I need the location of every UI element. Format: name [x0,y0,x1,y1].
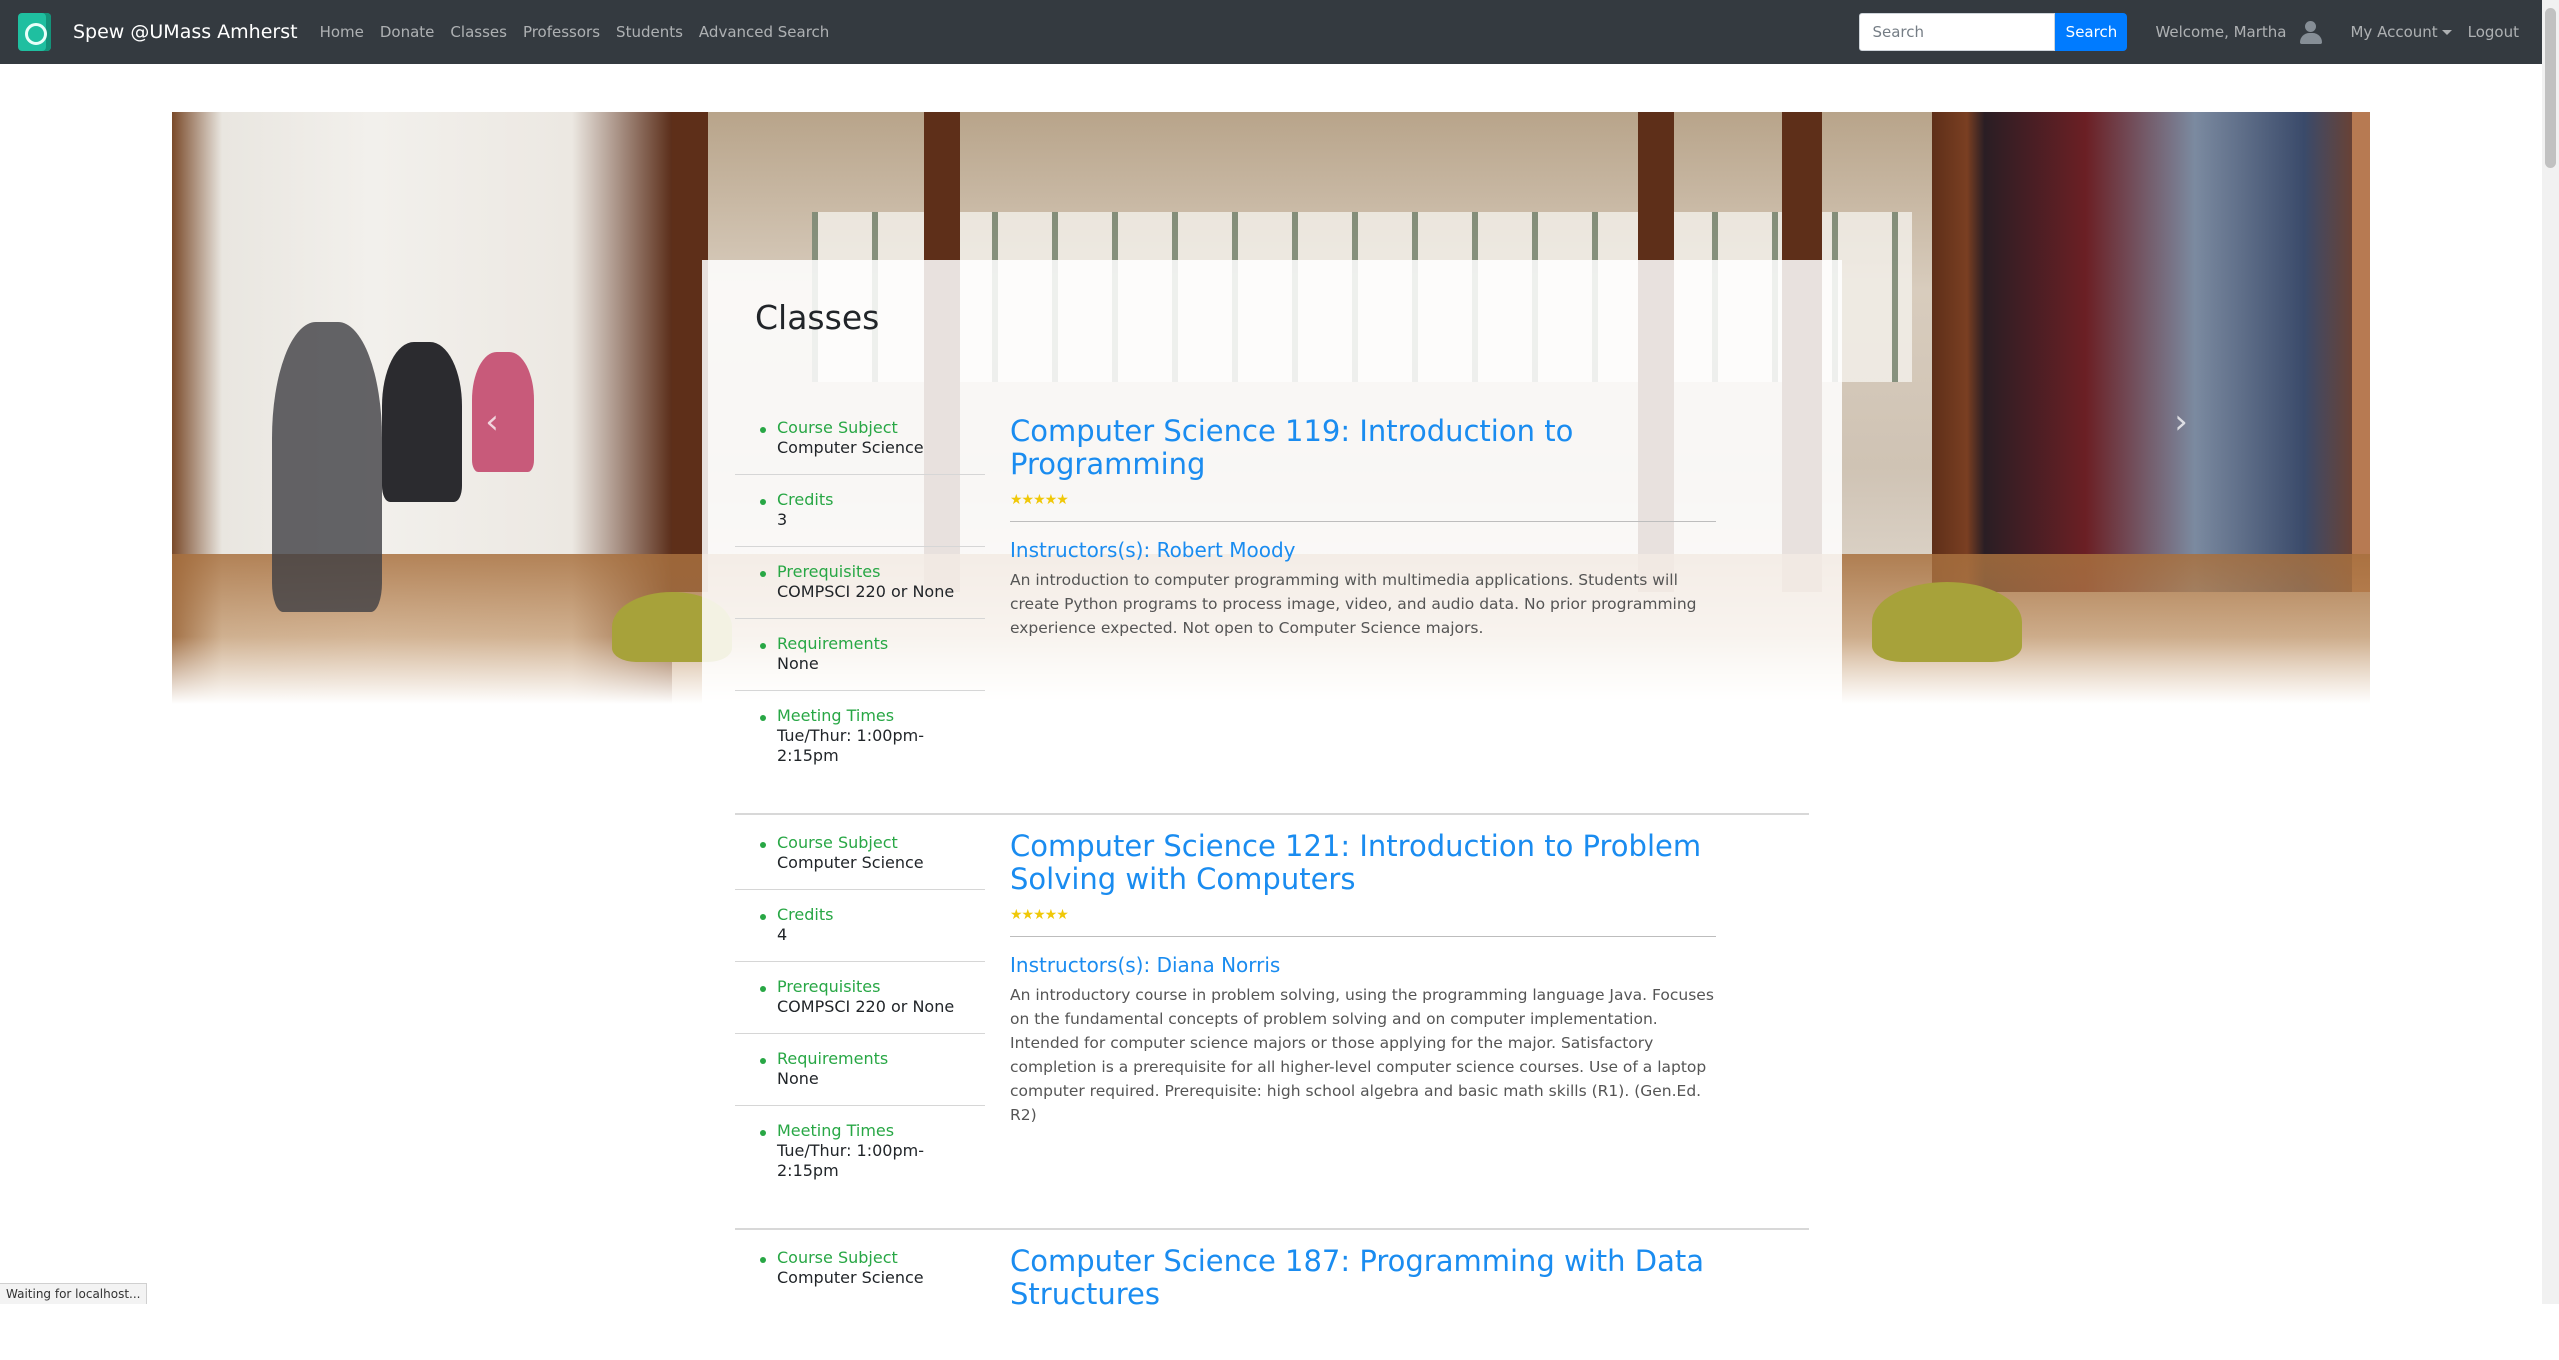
info-label: Credits [777,905,834,924]
class-info-list: Course Subject Computer Science Credits … [735,417,985,782]
info-subject: Course Subject Computer Science [735,417,985,475]
info-requirements: Requirements None [735,619,985,691]
caret-down-icon [2441,30,2452,35]
info-label: Course Subject [777,1248,898,1267]
info-prerequisites: Prerequisites COMPSCI 220 or None [735,962,985,1034]
hero-display-wall [1932,112,2370,592]
info-value: Tue/Thur: 1:00pm-2:15pm [777,726,924,765]
nav-link-students[interactable]: Students [616,23,683,41]
info-value: COMPSCI 220 or None [777,582,985,618]
nav-link-professors[interactable]: Professors [523,23,600,41]
nav-links: Home Donate Classes Professors Students … [320,23,846,41]
nav-link-advanced-search[interactable]: Advanced Search [699,23,829,41]
course-main: Computer Science 187: Programming with D… [1010,1245,1716,1311]
carousel-next-icon[interactable]: › [2161,402,2201,442]
course-description: An introduction to computer programming … [1010,571,1697,637]
info-label: Course Subject [777,418,898,437]
nav-link-donate[interactable]: Donate [380,23,435,41]
info-label: Prerequisites [777,977,881,996]
course-main: Computer Science 119: Introduction to Pr… [1010,415,1716,640]
class-info-list: Course Subject Computer Science [735,1247,985,1304]
star-rating: ★★★★★ [1010,489,1716,508]
brand-name[interactable]: Spew @UMass Amherst [73,21,298,43]
course-title-link[interactable]: Computer Science 187: Programming with D… [1010,1245,1716,1311]
my-account-dropdown[interactable]: My Account [2350,23,2452,41]
hero-person-walking [272,322,382,612]
prereq-alt: None [912,582,955,601]
info-value: Computer Science [777,1268,924,1287]
info-value: COMPSCI 220 or None [777,997,985,1033]
page-scrollbar[interactable] [2542,0,2559,1304]
info-label: Meeting Times [777,706,895,725]
logout-link[interactable]: Logout [2468,23,2519,41]
info-subject: Course Subject Computer Science [735,832,985,890]
scrollbar-thumb[interactable] [2545,8,2556,168]
prereq-or: or [890,582,908,601]
hero-chair [1872,582,2022,662]
nav-link-home[interactable]: Home [320,23,364,41]
info-value: 3 [777,510,788,529]
info-label: Meeting Times [777,1121,895,1140]
info-label: Credits [777,490,834,509]
info-subject: Course Subject Computer Science [735,1247,985,1304]
star-icon: ★★★★★ [1010,492,1069,508]
instructors-link[interactable]: Instructors(s): Robert Moody [1010,538,1716,562]
info-label: Requirements [777,1049,889,1068]
instructors-link[interactable]: Instructors(s): Diana Norris [1010,953,1716,977]
info-value: Computer Science [777,438,924,457]
star-icon: ★★★★★ [1010,907,1069,923]
divider [1010,521,1716,522]
info-prerequisites: Prerequisites COMPSCI 220 or None [735,547,985,619]
info-meeting-times: Meeting Times Tue/Thur: 1:00pm-2:15pm [735,1106,985,1197]
course-description: An introductory course in problem solvin… [1010,986,1714,1124]
info-value: 4 [777,925,788,944]
info-label: Prerequisites [777,562,881,581]
class-separator [735,813,1809,815]
hero-person-seated [382,342,462,502]
nav-right: Search Welcome, Martha My Account Logout [1859,0,2559,64]
info-value: None [777,1069,819,1088]
star-rating: ★★★★★ [1010,904,1716,923]
prereq-or: or [890,997,908,1016]
course-main: Computer Science 121: Introduction to Pr… [1010,830,1716,1127]
info-value: None [777,654,819,673]
class-info-list: Course Subject Computer Science Credits … [735,832,985,1197]
brand[interactable]: Spew @UMass Amherst [18,13,298,51]
nav-link-classes[interactable]: Classes [450,23,507,41]
search-input[interactable] [1859,13,2056,51]
info-credits: Credits 4 [735,890,985,962]
search-button[interactable]: Search [2055,13,2128,51]
page-title: Classes [755,298,880,337]
class-separator [735,1228,1809,1230]
info-requirements: Requirements None [735,1034,985,1106]
browser-status-bar: Waiting for localhost... [0,1283,148,1304]
prereq-alt: None [912,997,955,1016]
info-meeting-times: Meeting Times Tue/Thur: 1:00pm-2:15pm [735,691,985,782]
welcome-text: Welcome, Martha [2155,23,2287,41]
course-title-link[interactable]: Computer Science 121: Introduction to Pr… [1010,830,1716,896]
classes-card: Classes Course Subject Computer Science … [702,260,1842,1360]
info-value: Tue/Thur: 1:00pm-2:15pm [777,1141,924,1180]
divider [1010,936,1716,937]
carousel-prev-icon[interactable]: ‹ [472,402,512,442]
info-credits: Credits 3 [735,475,985,547]
info-label: Requirements [777,634,889,653]
info-label: Course Subject [777,833,898,852]
prereq-course: COMPSCI 220 [777,582,886,601]
user-avatar-icon [2300,20,2323,44]
info-value: Computer Science [777,853,924,872]
course-title-link[interactable]: Computer Science 119: Introduction to Pr… [1010,415,1716,481]
notebook-logo-icon [18,13,51,51]
prereq-course: COMPSCI 220 [777,997,886,1016]
top-navbar: Spew @UMass Amherst Home Donate Classes … [0,0,2559,64]
my-account-label: My Account [2350,23,2438,41]
